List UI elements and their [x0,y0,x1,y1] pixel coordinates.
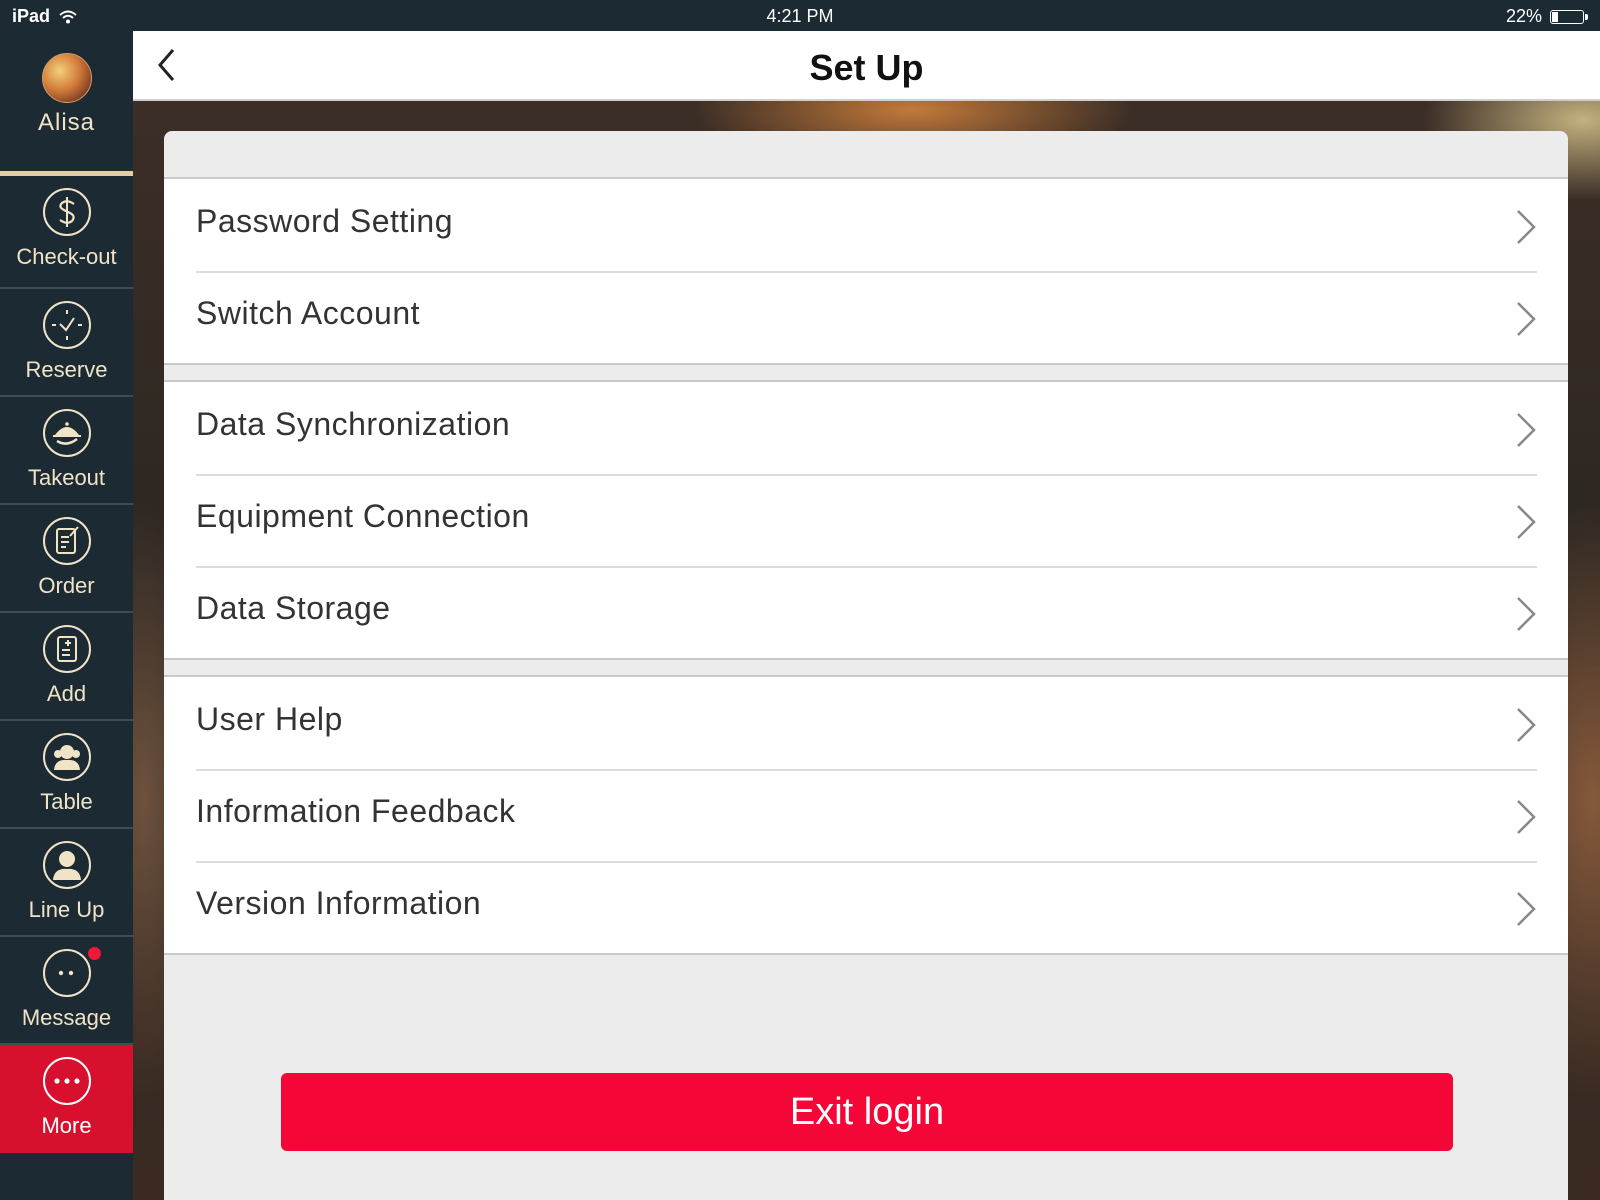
sidebar: Alisa Check-out Reserve Takeout Order Ad… [0,31,133,1200]
page-title: Set Up [809,47,924,88]
chat-icon [42,947,101,997]
clock-icon [42,301,91,349]
sidebar-item-label: Add [46,681,87,706]
chevron-right-icon [1517,892,1536,926]
dollar-icon [42,188,91,236]
chevron-right-icon [1517,413,1536,447]
settings-group-help: User Help Information Feedback Version I… [164,675,1568,955]
table-people-icon [42,733,91,781]
settings-row-label: Equipment Connection [196,498,530,534]
sidebar-item-check-out[interactable]: Check-out [0,176,133,289]
settings-row-data-storage[interactable]: Data Storage [164,566,1568,658]
battery-percent: 22% [1505,6,1542,26]
settings-row-label: Data Storage [196,590,391,626]
add-document-icon [42,625,91,673]
settings-row-information-feedback[interactable]: Information Feedback [164,769,1568,861]
chevron-right-icon [1517,597,1536,631]
settings-group-data: Data Synchronization Equipment Connectio… [164,380,1568,660]
sidebar-item-message[interactable]: Message [0,937,133,1045]
sidebar-item-more[interactable]: More [0,1045,133,1153]
settings-row-equipment-connection[interactable]: Equipment Connection [164,474,1568,566]
settings-group-account: Password Setting Switch Account [164,177,1568,365]
settings-row-label: Switch Account [196,295,420,331]
settings-row-label: Password Setting [196,203,454,239]
chevron-right-icon [1517,210,1536,244]
person-icon [42,841,91,889]
sidebar-item-label: Order [38,573,95,598]
settings-row-version-information[interactable]: Version Information [164,861,1568,953]
sidebar-item-label: Message [21,1005,112,1030]
settings-row-data-synchronization[interactable]: Data Synchronization [164,382,1568,474]
cloche-icon [42,409,91,457]
avatar[interactable] [41,53,92,103]
settings-row-label: Information Feedback [196,793,516,829]
settings-row-switch-account[interactable]: Switch Account [164,271,1568,363]
sidebar-item-table[interactable]: Table [0,721,133,829]
settings-row-label: Data Synchronization [196,406,511,442]
settings-panel: Password Setting Switch Account Data Syn… [164,131,1568,1200]
status-bar: iPad 4:21 PM 22% [0,0,1600,31]
sidebar-item-reserve[interactable]: Reserve [0,289,133,397]
settings-row-user-help[interactable]: User Help [164,677,1568,769]
clock: 4:21 PM [766,6,834,26]
order-icon [42,517,91,565]
settings-row-label: User Help [196,701,343,737]
navigation-header: Set Up [133,31,1600,101]
settings-row-label: Version Information [196,885,482,921]
chevron-right-icon [1517,505,1536,539]
chevron-right-icon [1517,302,1536,336]
settings-row-password-setting[interactable]: Password Setting [164,179,1568,271]
sidebar-item-label: Reserve [25,357,108,382]
sidebar-item-add[interactable]: Add [0,613,133,721]
battery-icon [1550,9,1588,24]
chevron-right-icon [1517,708,1536,742]
user-name: Alisa [37,109,96,136]
user-profile[interactable]: Alisa [0,53,133,176]
sidebar-item-order[interactable]: Order [0,505,133,613]
sidebar-item-line-up[interactable]: Line Up [0,829,133,937]
chevron-right-icon [1517,800,1536,834]
exit-login-button[interactable]: Exit login [281,1073,1453,1151]
sidebar-item-label: More [41,1113,92,1138]
sidebar-item-takeout[interactable]: Takeout [0,397,133,505]
sidebar-item-label: Takeout [27,465,106,490]
sidebar-item-label: Line Up [28,897,105,922]
sidebar-item-label: Check-out [16,244,117,269]
unread-badge [87,947,101,960]
more-icon [42,1057,91,1105]
sidebar-item-label: Table [40,789,93,814]
